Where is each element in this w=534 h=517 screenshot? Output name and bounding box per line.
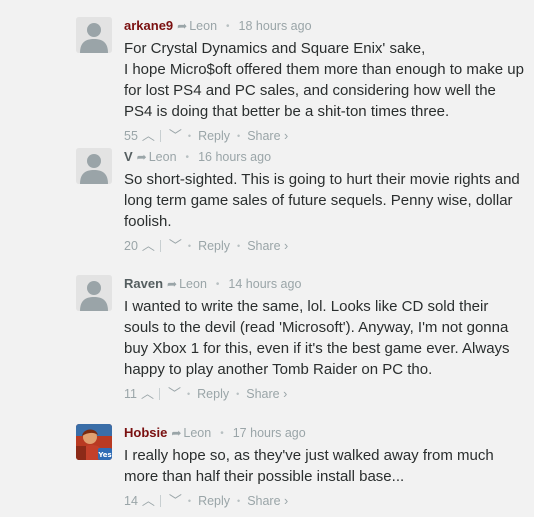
comment-meta: Hobsie ➦ Leon • 17 hours ago <box>124 424 524 442</box>
separator-dot: • <box>226 21 230 32</box>
avatar[interactable] <box>76 148 112 184</box>
default-avatar-icon <box>76 148 112 184</box>
divider <box>159 494 161 507</box>
separator-dot: • <box>237 495 241 506</box>
timestamp[interactable]: 17 hours ago <box>233 426 306 440</box>
parent-author[interactable]: Leon <box>179 277 207 291</box>
comment-meta: V ➦ Leon • 16 hours ago <box>124 148 524 166</box>
reply-button[interactable]: Reply <box>198 237 230 255</box>
vote-count: 14 <box>124 493 138 508</box>
share-button[interactable]: Share › <box>247 492 288 510</box>
separator-dot: • <box>237 130 241 141</box>
svg-text:Yes: Yes <box>97 451 111 459</box>
share-button[interactable]: Share › <box>246 385 287 403</box>
comment-text: So short-sighted. This is going to hurt … <box>124 171 520 230</box>
divider <box>159 239 161 252</box>
separator-dot: • <box>215 279 220 290</box>
avatar[interactable] <box>76 275 112 311</box>
chevron-up-icon[interactable]: ︿ <box>142 127 155 145</box>
comment-actions: 20 ︿ ﹀ • Reply • Share › <box>124 236 524 254</box>
reply-arrow-icon: ➦ <box>167 277 178 291</box>
comment-actions: 55 ︿ ﹀ • Reply • Share › <box>124 126 524 144</box>
comment-actions: 14 ︿ ﹀ • Reply • Share › <box>124 491 524 509</box>
chevron-up-icon[interactable]: ︿ <box>141 385 154 403</box>
comment-thread: arkane9 ➦ Leon • 18 hours ago For Crystal Dy… <box>0 0 534 517</box>
photo-avatar-icon: Yes <box>76 424 112 460</box>
separator-dot: • <box>236 388 240 399</box>
default-avatar-icon <box>76 275 112 311</box>
avatar[interactable] <box>76 17 112 53</box>
comment-meta: Raven ➦ Leon • 14 hours ago <box>124 275 524 293</box>
reply-arrow-icon: ➦ <box>171 426 182 440</box>
chevron-up-icon[interactable]: ︿ <box>142 492 155 510</box>
parent-author[interactable]: Leon <box>183 426 211 440</box>
comment-actions: 11 ︿ ﹀ • Reply • Share › <box>124 384 524 402</box>
separator-dot: • <box>187 495 192 506</box>
divider <box>158 387 160 400</box>
vote-count: 20 <box>124 238 138 253</box>
separator-dot: • <box>186 388 191 399</box>
reply-button[interactable]: Reply <box>198 492 230 510</box>
chevron-down-icon[interactable]: ﹀ <box>169 127 182 145</box>
avatar[interactable]: Yes <box>76 424 112 460</box>
chevron-down-icon[interactable]: ﹀ <box>169 492 182 510</box>
timestamp[interactable]: 14 hours ago <box>228 277 301 291</box>
share-button[interactable]: Share › <box>247 237 288 255</box>
author-name[interactable]: arkane9 <box>124 18 173 33</box>
comment-text: For Crystal Dynamics and Square Enix' sa… <box>124 40 524 120</box>
reply-arrow-icon: ➦ <box>136 150 147 164</box>
timestamp[interactable]: 16 hours ago <box>198 150 271 164</box>
chevron-up-icon[interactable]: ︿ <box>142 237 155 255</box>
separator-dot: • <box>187 240 192 251</box>
timestamp[interactable]: 18 hours ago <box>239 19 312 33</box>
separator-dot: • <box>220 428 224 439</box>
vote-count: 11 <box>124 386 137 401</box>
divider <box>159 129 161 142</box>
share-button[interactable]: Share › <box>247 127 288 145</box>
reply-button[interactable]: Reply <box>198 127 230 145</box>
author-name[interactable]: Hobsie <box>124 425 167 440</box>
parent-author[interactable]: Leon <box>149 150 177 164</box>
reply-arrow-icon: ➦ <box>177 19 188 33</box>
vote-count: 55 <box>124 128 138 143</box>
reply-button[interactable]: Reply <box>197 385 229 403</box>
separator-dot: • <box>237 240 241 251</box>
default-avatar-icon <box>76 17 112 53</box>
comment-text: I really hope so, as they've just walked… <box>124 447 494 485</box>
comment-text: I wanted to write the same, lol. Looks l… <box>124 298 510 378</box>
separator-dot: • <box>187 130 192 141</box>
author-name[interactable]: Raven <box>124 276 163 291</box>
parent-author[interactable]: Leon <box>189 19 217 33</box>
separator-dot: • <box>185 152 190 163</box>
chevron-down-icon[interactable]: ﹀ <box>169 237 182 255</box>
comment-meta: arkane9 ➦ Leon • 18 hours ago <box>124 17 524 35</box>
chevron-down-icon[interactable]: ﹀ <box>168 385 181 403</box>
author-name[interactable]: V <box>124 149 133 164</box>
